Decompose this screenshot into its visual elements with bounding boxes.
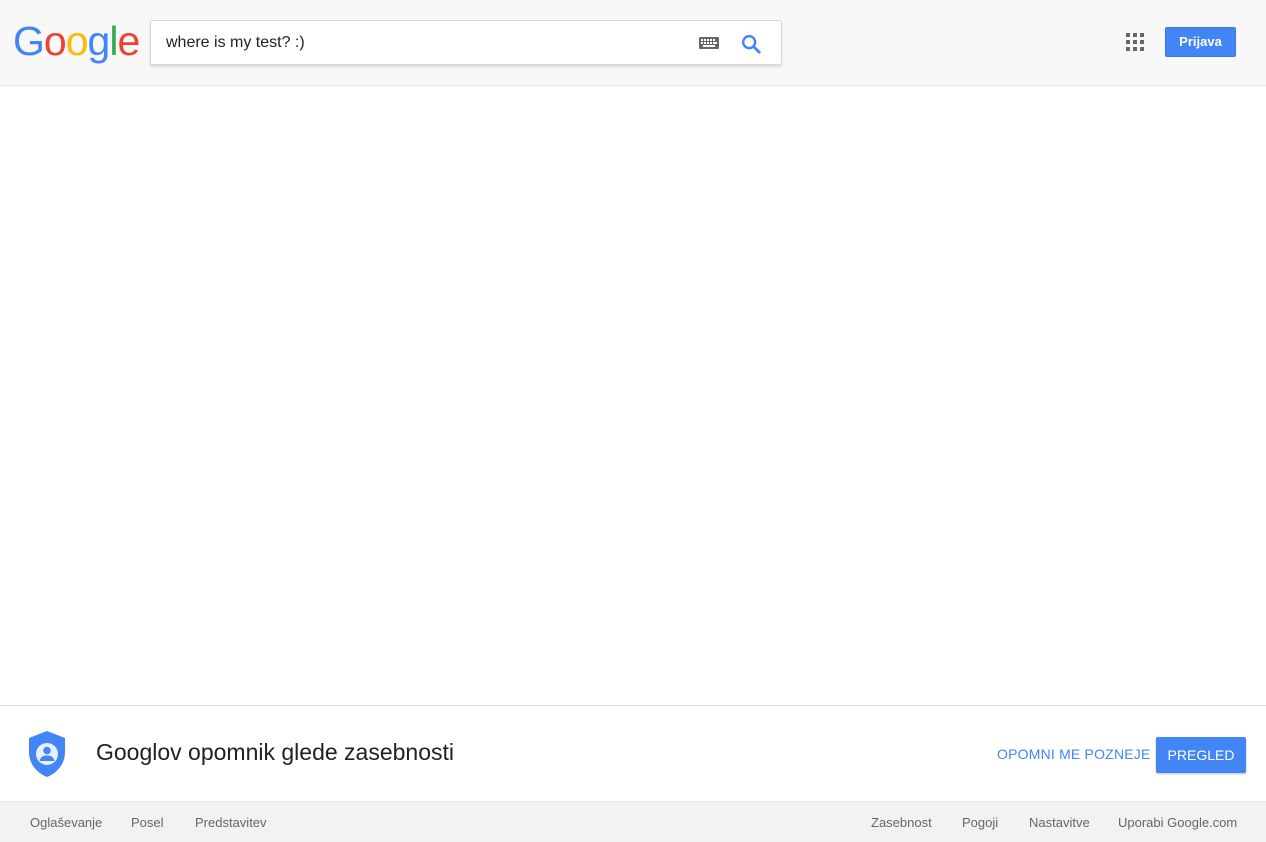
remind-later-link[interactable]: OPOMNI ME POZNEJE — [997, 746, 1151, 762]
header-bar: Google Prijava — [0, 0, 1266, 86]
logo-letter-g: G — [13, 18, 45, 64]
logo-letter-l: l — [109, 18, 118, 64]
footer-link-about[interactable]: Predstavitev — [195, 815, 267, 830]
footer: Oglaševanje Posel Predstavitev Zasebnost… — [0, 801, 1266, 842]
search-input[interactable] — [166, 21, 686, 64]
privacy-reminder-bar: Googlov opomnik glede zasebnosti OPOMNI … — [0, 705, 1266, 802]
footer-link-business[interactable]: Posel — [131, 815, 164, 830]
search-box — [150, 20, 782, 65]
logo-letter-e: e — [117, 18, 140, 64]
footer-link-terms[interactable]: Pogoji — [962, 815, 998, 830]
google-logo[interactable]: Google — [13, 18, 140, 64]
footer-link-use-google-com[interactable]: Uporabi Google.com — [1118, 815, 1237, 830]
logo-letter-o2: o — [65, 18, 89, 64]
keyboard-icon[interactable] — [699, 37, 719, 49]
review-button[interactable]: PREGLED — [1156, 737, 1246, 773]
footer-link-settings[interactable]: Nastavitve — [1029, 815, 1090, 830]
footer-link-advertising[interactable]: Oglaševanje — [30, 815, 102, 830]
logo-letter-o1: o — [43, 18, 67, 64]
apps-grid-icon[interactable] — [1126, 33, 1144, 51]
signin-button[interactable]: Prijava — [1165, 27, 1236, 57]
footer-link-privacy[interactable]: Zasebnost — [871, 815, 932, 830]
privacy-reminder-title: Googlov opomnik glede zasebnosti — [96, 739, 455, 765]
shield-person-icon — [29, 731, 65, 777]
search-icon[interactable] — [740, 33, 762, 55]
logo-letter-g2: g — [87, 18, 111, 64]
